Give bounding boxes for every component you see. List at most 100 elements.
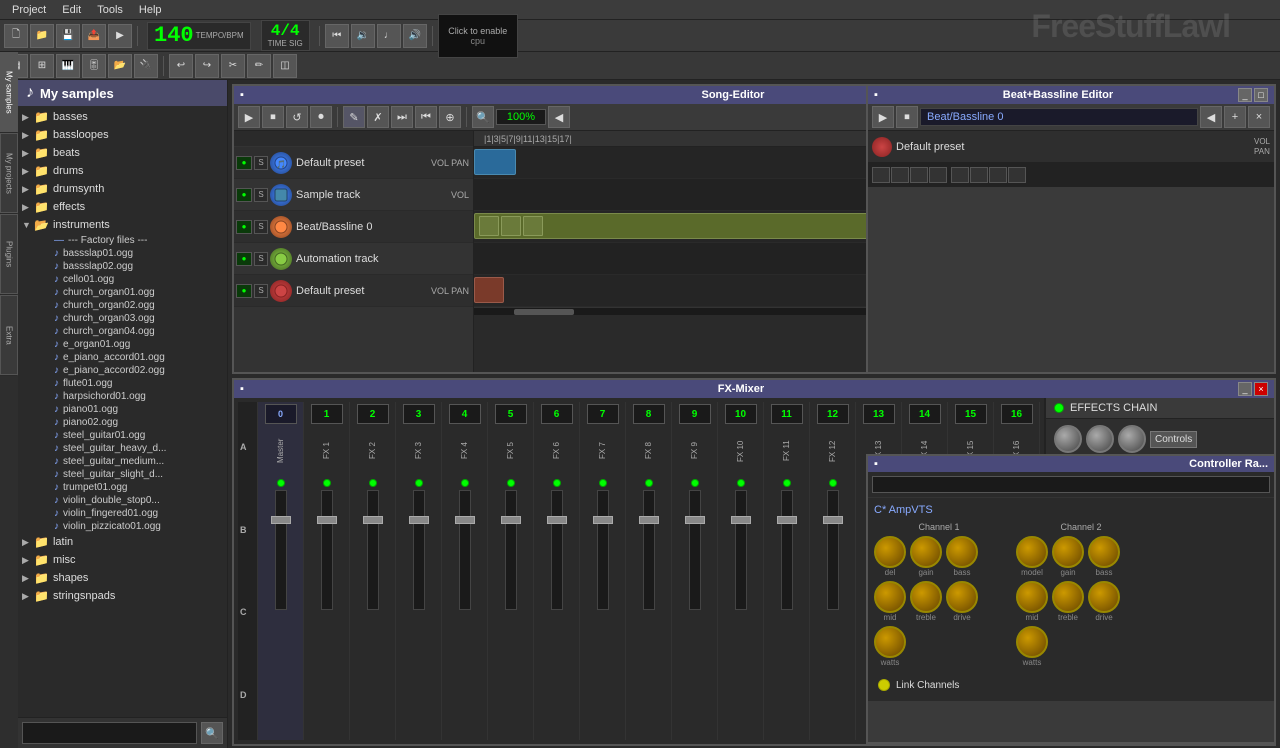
file-church3[interactable]: ♪ church_organ03.ogg xyxy=(30,312,227,325)
beat-bassline-minimize[interactable]: _ xyxy=(1238,88,1252,102)
folder-misc[interactable]: ▶ 📁 misc xyxy=(18,551,227,569)
piano-btn[interactable]: 🎹 xyxy=(56,54,80,78)
track-mute-5[interactable]: ● xyxy=(236,284,252,298)
stop-button[interactable]: ⏹ xyxy=(262,106,284,128)
render-button[interactable]: ▶ xyxy=(108,24,132,48)
folder-drums[interactable]: ▶ 📁 drums xyxy=(18,162,227,180)
ch7-fader[interactable] xyxy=(597,490,609,610)
grid-block-1a[interactable] xyxy=(474,149,516,175)
track-mute-2[interactable]: ● xyxy=(236,188,252,202)
ch5-fader[interactable] xyxy=(505,490,517,610)
ch2-bass-knob[interactable] xyxy=(1088,536,1120,568)
folder-effects[interactable]: ▶ 📁 effects xyxy=(18,198,227,216)
ch2-watts-knob[interactable] xyxy=(1016,626,1048,658)
controller-search-input[interactable] xyxy=(872,476,1270,493)
zoom-in-button[interactable]: 🔍 xyxy=(472,106,494,128)
export-button[interactable]: 📤 xyxy=(82,24,106,48)
decay-knob[interactable] xyxy=(1086,425,1114,453)
beat-step[interactable] xyxy=(872,167,890,183)
new-button[interactable]: 🗋 xyxy=(4,24,28,48)
ch2-mid-knob[interactable] xyxy=(1016,581,1048,613)
sample-tree[interactable]: ▶ 📁 basses ▶ 📁 bassloopes ▶ 📁 beats ▶ 📁 xyxy=(18,106,227,717)
mixer-btn[interactable]: 🎚 xyxy=(82,54,106,78)
menu-project[interactable]: Project xyxy=(4,2,54,18)
track-mute-3[interactable]: ● xyxy=(236,220,252,234)
fx-mixer-close[interactable]: × xyxy=(1254,382,1268,396)
track-solo-3[interactable]: S xyxy=(254,220,268,234)
ch12-handle[interactable] xyxy=(823,516,843,524)
file-violin-fingered[interactable]: ♪ violin_fingered01.ogg xyxy=(30,507,227,520)
ch2-gain-knob[interactable] xyxy=(1052,536,1084,568)
ch1-drive-knob[interactable] xyxy=(946,581,978,613)
file-steelguitar-med[interactable]: ♪ steel_guitar_medium... xyxy=(30,455,227,468)
grid-block-5a[interactable] xyxy=(474,277,504,303)
controller-rack-collapse[interactable]: ▪ xyxy=(874,458,878,470)
track-solo-2[interactable]: S xyxy=(254,188,268,202)
file-church4[interactable]: ♪ church_organ04.ogg xyxy=(30,325,227,338)
file-flute[interactable]: ♪ flute01.ogg xyxy=(30,377,227,390)
ch6-handle[interactable] xyxy=(547,516,567,524)
beat-segment[interactable] xyxy=(523,216,543,236)
timesig-area[interactable]: 4/4 TIME SIG xyxy=(261,20,310,51)
ch7-handle[interactable] xyxy=(593,516,613,524)
gate-knob[interactable] xyxy=(1118,425,1146,453)
loop-button[interactable]: ↺ xyxy=(286,106,308,128)
track-icon-4[interactable] xyxy=(270,248,292,270)
ch8-led[interactable] xyxy=(645,479,653,487)
folder-drumsynth[interactable]: ▶ 📁 drumsynth xyxy=(18,180,227,198)
beat-default-icon[interactable] xyxy=(872,137,892,157)
ch2-handle[interactable] xyxy=(363,516,383,524)
ch10-fader[interactable] xyxy=(735,490,747,610)
ch7-led[interactable] xyxy=(599,479,607,487)
ch11-fader[interactable] xyxy=(781,490,793,610)
beat-step[interactable] xyxy=(989,167,1007,183)
ch1-handle[interactable] xyxy=(317,516,337,524)
ch1-fader[interactable] xyxy=(321,490,333,610)
ch1-watts-knob[interactable] xyxy=(874,626,906,658)
beat-preset-selector[interactable]: Beat/Bassline 0 xyxy=(920,108,1198,126)
beat-grid[interactable] xyxy=(868,163,1274,187)
effects-chain-led[interactable] xyxy=(1054,403,1064,413)
folder-instruments[interactable]: ▼ 📂 instruments xyxy=(18,216,227,234)
track-solo-1[interactable]: S xyxy=(254,156,268,170)
controls-button[interactable]: Controls xyxy=(1150,431,1197,448)
ch12-fader[interactable] xyxy=(827,490,839,610)
file-epiano1[interactable]: ♪ e_piano_accord01.ogg xyxy=(30,351,227,364)
track-solo-5[interactable]: S xyxy=(254,284,268,298)
track-icon-1[interactable]: 🎵 xyxy=(270,152,292,174)
tempo-area[interactable]: 140 TEMPO/BPM xyxy=(147,22,251,50)
ch2-treble-knob[interactable] xyxy=(1052,581,1084,613)
track-solo-4[interactable]: S xyxy=(254,252,268,266)
cpu-meter[interactable]: Click to enable cpu xyxy=(438,14,518,58)
beat-step[interactable] xyxy=(951,167,969,183)
track-icon-5[interactable] xyxy=(270,280,292,302)
ch11-led[interactable] xyxy=(783,479,791,487)
track-mute-1[interactable]: ● xyxy=(236,156,252,170)
hscroll-thumb[interactable] xyxy=(514,309,574,315)
tab-my-samples[interactable]: My samples xyxy=(0,52,18,132)
fx-collapse[interactable]: ▪ xyxy=(240,383,244,395)
pencil-btn[interactable]: ✏ xyxy=(247,54,271,78)
beat-segment[interactable] xyxy=(501,216,521,236)
file-steelguitar-slight[interactable]: ♪ steel_guitar_slight_d... xyxy=(30,468,227,481)
file-bassslap01[interactable]: ♪ bassslap01.ogg xyxy=(30,247,227,260)
ch1-treble-knob[interactable] xyxy=(910,581,942,613)
beat-play-button[interactable]: ▶ xyxy=(872,106,894,128)
ch5-handle[interactable] xyxy=(501,516,521,524)
beat-btn[interactable]: ⊞ xyxy=(30,54,54,78)
search-button[interactable]: 🔍 xyxy=(201,722,223,744)
ch9-fader[interactable] xyxy=(689,490,701,610)
beat-add-channel[interactable]: + xyxy=(1224,106,1246,128)
ch6-fader[interactable] xyxy=(551,490,563,610)
track-icon-2[interactable] xyxy=(270,184,292,206)
ch4-led[interactable] xyxy=(461,479,469,487)
draw-button[interactable]: ✎ xyxy=(343,106,365,128)
plugin-btn[interactable]: 🔌 xyxy=(134,54,158,78)
folder-beats[interactable]: ▶ 📁 beats xyxy=(18,144,227,162)
master-fader-handle[interactable] xyxy=(271,516,291,524)
play-button[interactable]: ▶ xyxy=(238,106,260,128)
cut-btn[interactable]: ✂ xyxy=(221,54,245,78)
beat-bassline-maximize[interactable]: □ xyxy=(1254,88,1268,102)
folder-bassloopes[interactable]: ▶ 📁 bassloopes xyxy=(18,126,227,144)
ch4-handle[interactable] xyxy=(455,516,475,524)
